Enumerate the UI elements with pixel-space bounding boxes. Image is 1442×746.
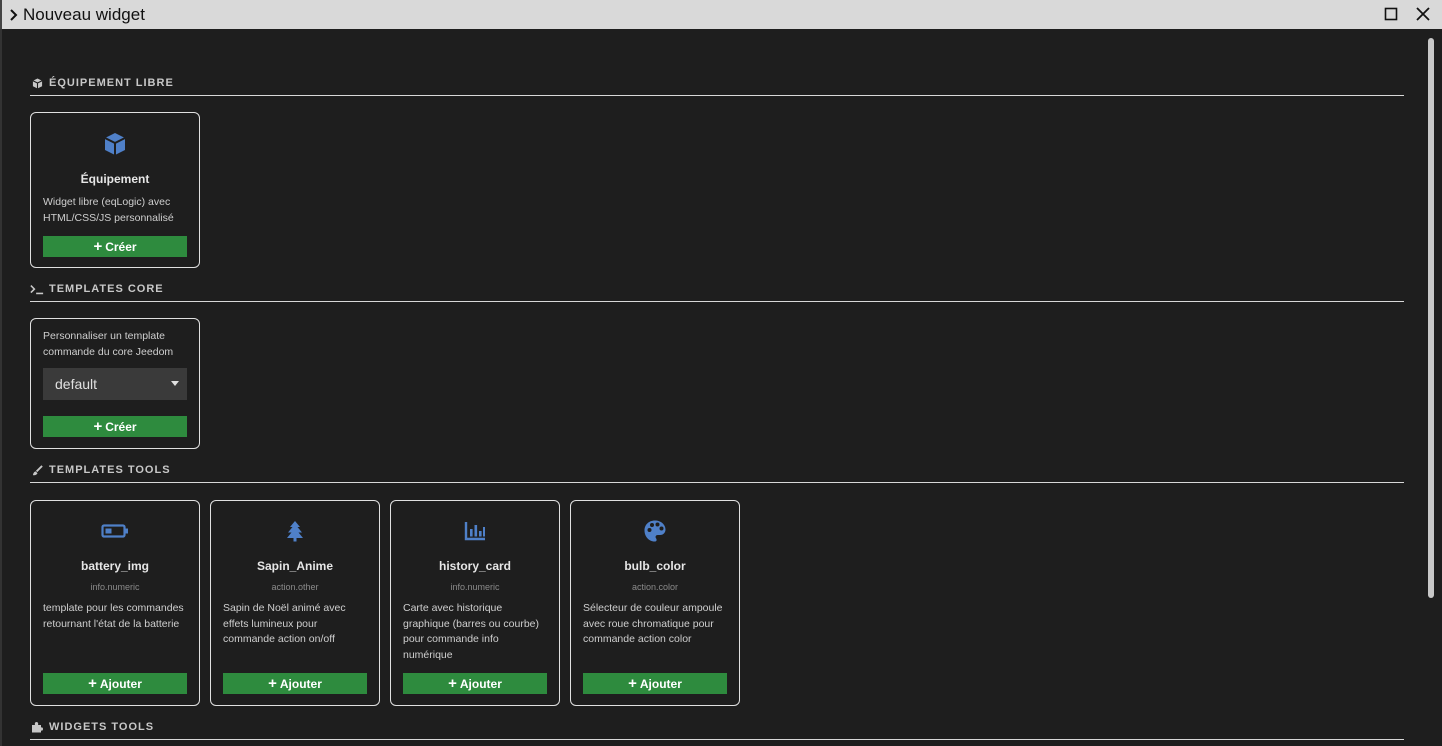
card-description: template pour les commandes retournant l…	[43, 602, 184, 630]
maximize-icon[interactable]	[1382, 4, 1400, 24]
button-label: Créer	[105, 239, 137, 254]
card-title: Sapin_Anime	[256, 559, 334, 573]
plus-icon: +	[628, 675, 637, 692]
section-heading-tools: TEMPLATES TOOLS	[30, 463, 1404, 483]
section-heading-equipement: ÉQUIPEMENT LIBRE	[30, 76, 1404, 96]
puzzle-icon	[30, 721, 44, 733]
cube-icon	[31, 132, 199, 156]
scrollbar-thumb[interactable]	[1428, 38, 1434, 598]
tool-card-sapin-anime: Sapin_Anime action.other Sapin de Noël a…	[210, 500, 380, 706]
caret-down-icon	[171, 381, 179, 386]
card-type: action.color	[631, 582, 679, 592]
section-heading-text: TEMPLATES CORE	[49, 283, 164, 295]
section-heading-text: TEMPLATES TOOLS	[49, 464, 171, 476]
card-title: Équipement	[80, 172, 150, 186]
button-label: Ajouter	[279, 676, 322, 691]
plus-icon: +	[93, 238, 103, 255]
card-type: info.numeric	[90, 582, 140, 592]
chevron-right-icon[interactable]	[4, 8, 22, 21]
plus-icon: +	[268, 675, 277, 692]
plus-icon: +	[93, 418, 103, 435]
card-description: Sapin de Noël animé avec effets lumineux…	[223, 602, 346, 646]
card-type: action.other	[271, 582, 319, 592]
brush-icon	[30, 464, 44, 476]
core-template-select[interactable]: default	[43, 368, 187, 400]
button-label: Ajouter	[639, 676, 682, 691]
create-core-template-button[interactable]: + Créer	[43, 416, 187, 437]
tool-card-battery-img: battery_img info.numeric template pour l…	[30, 500, 200, 706]
tool-card-bulb-color: bulb_color action.color Sélecteur de cou…	[570, 500, 740, 706]
card-title: history_card	[438, 559, 512, 573]
card-title: battery_img	[80, 559, 150, 573]
plus-icon: +	[88, 675, 97, 692]
card-description: Widget libre (eqLogic) avec HTML/CSS/JS …	[43, 196, 174, 224]
card-description: Sélecteur de couleur ampoule avec roue c…	[583, 602, 723, 646]
section-heading-core: TEMPLATES CORE	[30, 282, 1404, 302]
chart-bar-icon	[391, 521, 559, 541]
cube-icon	[30, 77, 44, 89]
palette-icon	[571, 519, 739, 543]
core-template-card: Personnaliser un template commande du co…	[30, 318, 200, 449]
window-titlebar: Nouveau widget	[0, 0, 1442, 29]
close-icon[interactable]	[1414, 4, 1432, 24]
button-label: Ajouter	[459, 676, 502, 691]
plus-icon: +	[448, 675, 457, 692]
card-description: Carte avec historique graphique (barres …	[403, 602, 539, 662]
add-sapin-anime-button[interactable]: + Ajouter	[223, 673, 367, 694]
section-heading-text: ÉQUIPEMENT LIBRE	[49, 77, 174, 89]
dialog-content: ÉQUIPEMENT LIBRE Équipement Widget libre…	[2, 29, 1422, 746]
button-label: Créer	[105, 419, 137, 434]
battery-icon	[31, 523, 199, 539]
select-value: default	[55, 376, 98, 392]
section-heading-widgets: WIDGETS TOOLS	[30, 720, 1404, 740]
card-description: Personnaliser un template commande du co…	[43, 330, 174, 358]
button-label: Ajouter	[99, 676, 142, 691]
add-battery-img-button[interactable]: + Ajouter	[43, 673, 187, 694]
tool-card-history-card: history_card info.numeric Carte avec his…	[390, 500, 560, 706]
section-heading-text: WIDGETS TOOLS	[49, 721, 155, 733]
tree-icon	[211, 520, 379, 542]
card-title: bulb_color	[624, 559, 686, 573]
add-history-card-button[interactable]: + Ajouter	[403, 673, 547, 694]
terminal-icon	[30, 283, 44, 295]
create-equipement-button[interactable]: + Créer	[43, 236, 187, 257]
window-title: Nouveau widget	[23, 4, 145, 24]
add-bulb-color-button[interactable]: + Ajouter	[583, 673, 727, 694]
card-type: info.numeric	[450, 582, 500, 592]
equipement-card: Équipement Widget libre (eqLogic) avec H…	[30, 112, 200, 268]
